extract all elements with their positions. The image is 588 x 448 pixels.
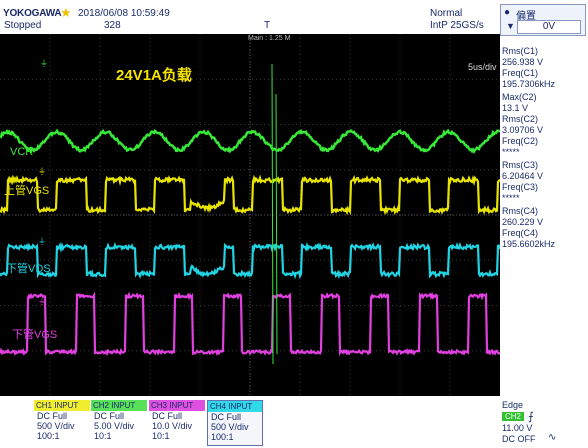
acquisition-rate[interactable]: IntP 25GS/s — [430, 20, 484, 31]
measurement-value: 256.938 V — [502, 57, 543, 67]
measurement-label: Freq(C4) — [502, 228, 538, 238]
ground-marker: ⏚ — [38, 237, 46, 246]
measurement-value: 195.6602kHz — [502, 239, 555, 249]
trace-label-low-vds: 下管VDS — [6, 260, 51, 276]
ch2-probe: 10:1 — [91, 431, 147, 441]
status-header: YOKOGAWA ★ 2018/06/08 10:59:49 Stopped 3… — [0, 0, 588, 34]
rising-edge-icon: ⨍ — [528, 410, 534, 423]
ground-marker: ⏚ — [38, 167, 46, 176]
trigger-type: Edge — [502, 400, 523, 410]
acquisition-mode[interactable]: Normal — [430, 8, 462, 19]
ground-marker: ⏚ — [38, 297, 46, 306]
trigger-level: 11.00 V — [502, 423, 532, 433]
offset-panel[interactable]: ● 偏置 ▼ 0V — [500, 4, 586, 36]
dropdown-arrow-icon[interactable]: ▼ — [506, 21, 515, 31]
ch4-coupling: DC Full — [208, 412, 262, 422]
measurement-value: 13.1 V — [502, 103, 528, 113]
measurement-label: Rms(C1) — [502, 46, 538, 56]
measurement-value: ***** — [502, 193, 520, 203]
trace-label-high-vgs: 上管VGS — [4, 182, 49, 198]
hf-reject-icon: ∿ — [548, 432, 556, 443]
star-icon: ★ — [60, 5, 72, 21]
measurement-value: 6.20464 V — [502, 171, 543, 181]
trace-label-vcr: VCR — [10, 146, 33, 158]
measurement-label: Rms(C3) — [502, 160, 538, 170]
measurement-label: Freq(C1) — [502, 68, 538, 78]
trigger-settings[interactable]: Edge CH2 ⨍ 11.00 V DC OFF ∿ — [502, 400, 586, 446]
load-annotation: 24V1A负载 — [116, 64, 192, 85]
measurement-label: Rms(C2) — [502, 114, 538, 124]
ch3-scale: 10.0 V/div — [149, 421, 205, 431]
measurement-label: Rms(C4) — [502, 206, 538, 216]
measurement-label: Max(C2) — [502, 92, 537, 102]
timebase-label: Main : 1.25 M — [248, 35, 290, 42]
acquisition-count: 328 — [104, 20, 121, 31]
trigger-spike — [272, 64, 277, 364]
datetime: 2018/06/08 10:59:49 — [78, 8, 170, 19]
ch2-settings[interactable]: CH2 INPUT DC Full 5.00 V/div 10:1 — [91, 400, 147, 446]
ground-marker: ⏚ — [40, 59, 48, 68]
waveform-canvas: ⏚ ⏚ ⏚ ⏚ — [0, 34, 500, 396]
ch3-coupling: DC Full — [149, 411, 205, 421]
trigger-coupling: DC OFF — [502, 434, 536, 444]
ch3-title: CH3 INPUT — [149, 400, 205, 411]
ch1-scale: 500 V/div — [34, 421, 90, 431]
measurement-value: 260.229 V — [502, 217, 543, 227]
offset-dial-icon: ● — [504, 7, 510, 18]
ch4-title: CH4 INPUT — [208, 401, 262, 412]
ch3-settings[interactable]: CH3 INPUT DC Full 10.0 V/div 10:1 — [149, 400, 205, 446]
trace-label-low-vgs: 下管VGS — [12, 326, 57, 342]
measurement-label: Freq(C3) — [502, 182, 538, 192]
ch1-probe: 100:1 — [34, 431, 90, 441]
ch4-settings[interactable]: CH4 INPUT DC Full 500 V/div 100:1 — [207, 400, 263, 446]
ch4-scale: 500 V/div — [208, 422, 262, 432]
trigger-source: CH2 — [502, 412, 524, 421]
trigger-position-marker[interactable]: T — [264, 20, 270, 31]
trace-low-vgs — [0, 295, 500, 354]
time-per-div[interactable]: 5us/div — [468, 62, 497, 72]
waveform-display[interactable]: ⏚ ⏚ ⏚ ⏚ Main : 1.25 M 5us/div 24V1A负载 VCR 上… — [0, 34, 500, 396]
graticule-grid — [0, 34, 500, 396]
brand-logo: YOKOGAWA — [3, 8, 61, 19]
ch2-title: CH2 INPUT — [91, 400, 147, 411]
measurement-value: 3.09706 V — [502, 125, 543, 135]
run-status: Stopped — [4, 20, 41, 31]
ch1-settings[interactable]: CH1 INPUT DC Full 500 V/div 100:1 — [34, 400, 90, 446]
ch1-title: CH1 INPUT — [34, 400, 90, 411]
measurement-value: 195.7306kHz — [502, 79, 555, 89]
ch3-probe: 10:1 — [149, 431, 205, 441]
channel-settings-bar: CH1 INPUT DC Full 500 V/div 100:1 CH2 IN… — [0, 396, 588, 448]
ch2-scale: 5.00 V/div — [91, 421, 147, 431]
ch1-coupling: DC Full — [34, 411, 90, 421]
offset-value-field[interactable]: 0V — [517, 20, 581, 34]
measurement-value: ***** — [502, 147, 520, 157]
ch2-coupling: DC Full — [91, 411, 147, 421]
measurement-label: Freq(C2) — [502, 136, 538, 146]
measurement-panel: Rms(C1) 256.938 V Freq(C1) 195.7306kHz M… — [500, 36, 588, 396]
ch4-probe: 100:1 — [208, 432, 262, 442]
